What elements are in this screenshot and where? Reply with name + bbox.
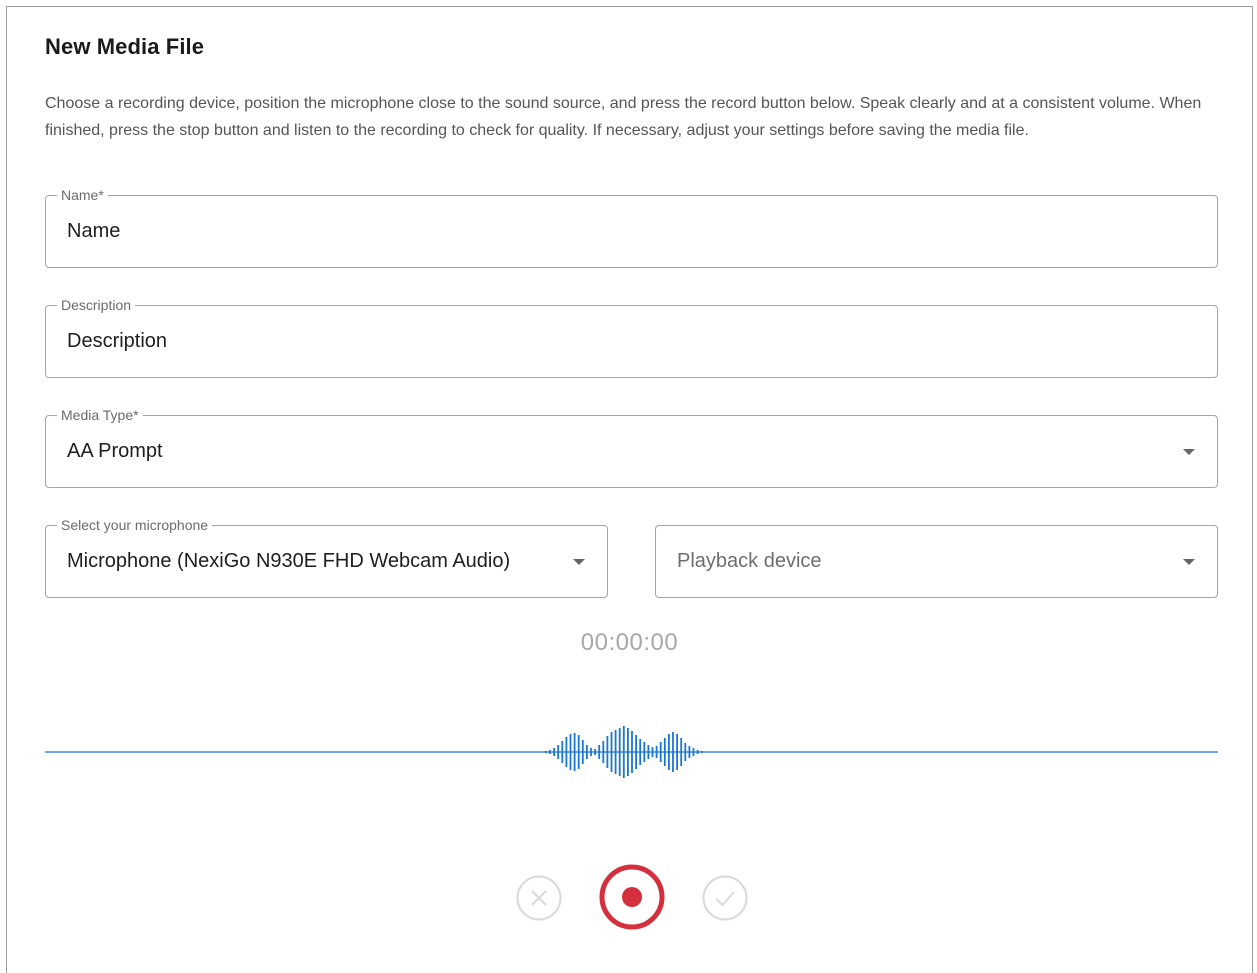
media-type-select[interactable]: Media Type* AA Prompt bbox=[45, 407, 1218, 488]
record-icon bbox=[599, 864, 665, 930]
waveform-bar bbox=[672, 732, 674, 772]
waveform-bar bbox=[618, 728, 621, 776]
waveform-bar bbox=[663, 738, 666, 766]
description-field[interactable]: Description Description bbox=[45, 297, 1218, 378]
waveform-bar bbox=[651, 747, 654, 757]
page-title: New Media File bbox=[45, 34, 205, 59]
waveform-bar bbox=[647, 745, 650, 759]
media-type-value: AA Prompt bbox=[67, 440, 163, 462]
waveform-icon bbox=[45, 726, 1218, 778]
waveform-bar bbox=[553, 748, 555, 756]
recording-timer: 00:00:00 bbox=[580, 629, 679, 656]
new-media-file-panel: New Media File Choose a recording device… bbox=[6, 6, 1253, 973]
save-button[interactable] bbox=[702, 875, 748, 921]
waveform-bar bbox=[602, 741, 605, 763]
waveform-bar bbox=[581, 740, 584, 764]
microphone-select[interactable]: Select your microphone Microphone (NexiG… bbox=[45, 517, 608, 598]
instructions-text: Choose a recording device, position the … bbox=[45, 95, 1202, 139]
record-button[interactable] bbox=[598, 863, 666, 931]
waveform-bar bbox=[700, 751, 703, 753]
waveform-bar bbox=[606, 736, 609, 768]
waveform-bar bbox=[635, 735, 637, 769]
name-input[interactable]: Name bbox=[67, 196, 120, 267]
waveform-bar bbox=[676, 734, 678, 770]
waveform-bar bbox=[627, 728, 629, 776]
playback-device-select[interactable]: Playback device bbox=[655, 525, 1218, 598]
waveform-bar bbox=[639, 739, 642, 765]
waveform-bar bbox=[577, 735, 580, 769]
waveform-bar bbox=[692, 748, 695, 756]
chevron-down-icon[interactable] bbox=[1183, 558, 1195, 565]
waveform-bar bbox=[557, 745, 560, 759]
waveform-bar bbox=[586, 745, 588, 759]
waveform-bar bbox=[643, 742, 646, 762]
waveform-bar bbox=[594, 749, 596, 755]
chevron-down-icon[interactable] bbox=[573, 558, 585, 565]
waveform-bar bbox=[573, 733, 576, 771]
waveform-bar bbox=[614, 730, 617, 774]
waveform-bar bbox=[668, 734, 670, 770]
description-input[interactable]: Description bbox=[67, 306, 167, 377]
waveform-bar bbox=[569, 734, 572, 770]
waveform-bar bbox=[549, 750, 551, 754]
name-field[interactable]: Name* Name bbox=[45, 187, 1218, 268]
waveform-bar bbox=[622, 726, 625, 778]
waveform-bar bbox=[598, 745, 601, 759]
waveform-bar bbox=[655, 746, 658, 758]
check-circle-icon bbox=[702, 875, 748, 921]
waveform-bar bbox=[590, 748, 592, 756]
waveform-bar bbox=[610, 732, 613, 772]
waveform-bar bbox=[565, 737, 568, 767]
waveform-bar bbox=[680, 738, 683, 766]
discard-button[interactable] bbox=[516, 875, 562, 921]
waveform-bar bbox=[545, 751, 547, 753]
waveform-bar bbox=[631, 731, 633, 773]
waveform-bar bbox=[696, 750, 699, 754]
close-circle-icon bbox=[516, 875, 562, 921]
waveform-bar bbox=[688, 746, 691, 758]
playback-device-placeholder: Playback device bbox=[677, 550, 822, 572]
chevron-down-icon[interactable] bbox=[1183, 448, 1195, 455]
microphone-value: Microphone (NexiGo N930E FHD Webcam Audi… bbox=[67, 550, 511, 572]
waveform-bar bbox=[684, 743, 687, 761]
waveform-bar bbox=[561, 741, 564, 763]
waveform-bar bbox=[659, 742, 662, 762]
